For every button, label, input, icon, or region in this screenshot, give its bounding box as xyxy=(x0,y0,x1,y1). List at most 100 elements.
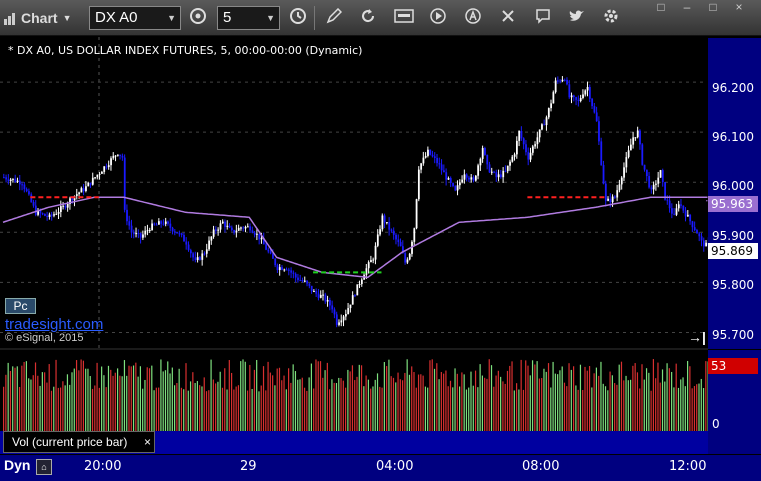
candle-body xyxy=(276,265,279,271)
candle-body xyxy=(340,320,343,323)
settings-button[interactable] xyxy=(600,6,622,30)
candle-body xyxy=(607,198,609,201)
volume-bar xyxy=(559,370,561,431)
volume-bar xyxy=(566,386,568,431)
volume-bar xyxy=(142,388,144,431)
play-button[interactable] xyxy=(427,6,449,30)
candle-body xyxy=(632,137,635,145)
chart-icon xyxy=(4,12,16,25)
volume-bar xyxy=(550,387,552,431)
toolbar-divider xyxy=(314,6,315,30)
symbol-dropdown-icon[interactable]: ▼ xyxy=(167,7,176,29)
draw-button[interactable] xyxy=(323,6,345,30)
candle-body xyxy=(285,269,288,271)
volume-bar xyxy=(486,378,488,431)
alert-button[interactable] xyxy=(462,6,484,30)
refresh-button[interactable] xyxy=(357,6,379,30)
chart-menu-button[interactable]: Chart ▼ xyxy=(4,6,84,30)
candle-body xyxy=(148,229,151,231)
volume-bar xyxy=(693,386,696,431)
candle-body xyxy=(144,230,147,235)
volume-bar xyxy=(119,375,121,431)
candle-body xyxy=(9,179,12,182)
volume-bar xyxy=(269,372,271,431)
volume-bar xyxy=(381,387,383,431)
close-study-button[interactable]: × xyxy=(144,432,151,452)
scroll-to-end-icon[interactable]: →| xyxy=(688,329,706,345)
volume-bar xyxy=(217,381,219,431)
comment-button[interactable] xyxy=(532,6,554,30)
lock-icon[interactable]: ⌂ xyxy=(36,459,52,475)
symbol-input[interactable]: DX A0 ▼ xyxy=(89,6,181,30)
volume-bar xyxy=(319,361,322,431)
interval-button[interactable] xyxy=(286,6,310,30)
candle-body xyxy=(123,157,126,210)
volume-bar xyxy=(215,383,217,431)
volume-bar xyxy=(634,363,636,431)
volume-bar xyxy=(661,369,664,431)
window-maximize-button[interactable]: □ xyxy=(705,0,721,14)
volume-chart[interactable] xyxy=(0,351,708,431)
candle-body xyxy=(557,80,559,82)
volume-bar xyxy=(137,376,139,431)
candle-body xyxy=(702,240,705,247)
interval-dropdown-icon[interactable]: ▼ xyxy=(266,7,275,29)
volume-bar xyxy=(459,386,461,431)
volume-bar xyxy=(185,363,187,431)
candle-body xyxy=(215,229,217,231)
tradesight-link[interactable]: tradesight.com xyxy=(5,316,103,333)
candle-body xyxy=(397,239,400,243)
volume-bar xyxy=(164,370,167,431)
volume-bar xyxy=(520,359,522,431)
candle-body xyxy=(445,172,448,180)
candle-body xyxy=(89,182,92,185)
dynamic-mode-label[interactable]: Dyn xyxy=(4,457,30,473)
candle-body xyxy=(388,222,391,230)
candle-body xyxy=(201,253,204,260)
volume-bar xyxy=(399,379,401,431)
refresh-icon xyxy=(360,8,376,29)
x-tick-label: 08:00 xyxy=(522,459,560,474)
candle-body xyxy=(299,280,302,282)
candle-body xyxy=(169,223,172,228)
volume-bar xyxy=(620,361,623,431)
candle-body xyxy=(668,200,671,209)
volume-bar xyxy=(531,360,534,431)
window-restore-button[interactable]: □ xyxy=(653,0,669,14)
volume-bar xyxy=(497,370,499,431)
pc-button[interactable]: Pc xyxy=(5,298,36,314)
volume-bar xyxy=(283,375,285,431)
price-chart[interactable] xyxy=(0,37,708,350)
volume-bar xyxy=(94,385,96,431)
volume-bar xyxy=(135,362,137,431)
candle-body xyxy=(486,154,489,165)
volume-bar xyxy=(639,388,641,431)
volume-bar xyxy=(39,385,41,431)
volume-bar xyxy=(392,377,395,431)
volume-bar xyxy=(260,385,262,431)
volume-bar xyxy=(579,364,582,431)
candle-body xyxy=(50,214,53,216)
candle-body xyxy=(345,314,347,317)
get-button[interactable] xyxy=(392,6,416,30)
twitter-button[interactable] xyxy=(566,6,588,30)
candle-body xyxy=(495,172,498,178)
window-close-button[interactable]: × xyxy=(731,0,747,14)
candle-body xyxy=(383,215,386,223)
volume-bar xyxy=(452,387,454,431)
volume-study-label[interactable]: Vol (current price bar) × xyxy=(3,431,155,453)
window-minimize-button[interactable]: – xyxy=(679,0,695,14)
volume-bar xyxy=(611,375,613,431)
candle-body xyxy=(645,169,648,177)
volume-bar xyxy=(55,359,57,431)
volume-bar xyxy=(105,387,107,431)
interval-input[interactable]: 5 ▼ xyxy=(217,6,280,30)
link-button[interactable] xyxy=(186,6,210,30)
volume-bar xyxy=(121,376,123,431)
candle-body xyxy=(636,130,639,138)
volume-bar xyxy=(292,364,294,431)
volume-bar xyxy=(675,363,677,431)
volume-bar xyxy=(582,389,584,431)
volume-bar xyxy=(167,361,169,431)
tools-button[interactable] xyxy=(497,6,519,30)
